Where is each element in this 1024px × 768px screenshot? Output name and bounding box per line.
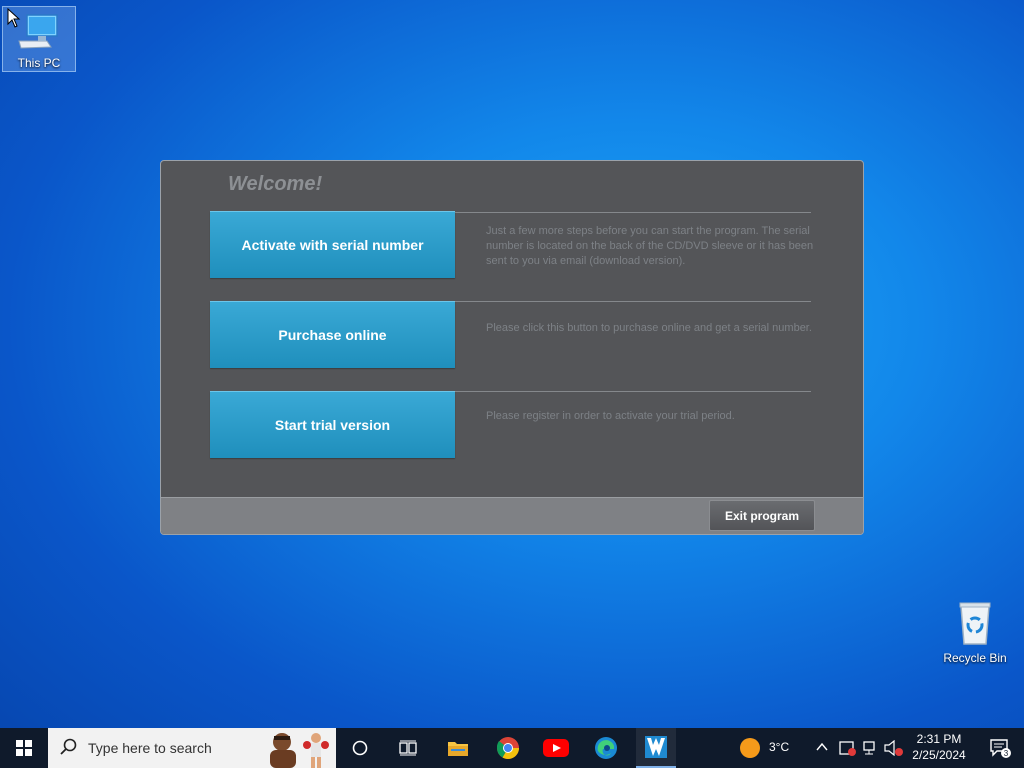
divider (455, 301, 811, 302)
search-icon (60, 738, 77, 755)
desktop-icon-label: This PC (17, 56, 61, 70)
purchase-online-button[interactable]: Purchase online (210, 301, 455, 368)
clock-time: 2:31 PM (916, 732, 962, 746)
cortana-circle-icon (352, 740, 368, 756)
notification-icon: 3 (990, 739, 1011, 758)
divider (455, 391, 811, 392)
volume-muted-icon[interactable] (884, 740, 904, 756)
exit-program-button[interactable]: Exit program (709, 500, 815, 531)
task-view-icon (399, 740, 417, 756)
welcome-dialog: Welcome! Activate with serial number Jus… (160, 160, 864, 535)
file-explorer-button[interactable] (438, 728, 478, 768)
chevron-up-icon[interactable] (816, 742, 828, 752)
security-shield-icon[interactable] (838, 739, 856, 757)
dialog-footer: Exit program (161, 497, 863, 534)
option-description: Just a few more steps before you can sta… (486, 225, 814, 267)
start-trial-button[interactable]: Start trial version (210, 391, 455, 458)
computer-icon (18, 14, 58, 49)
weather-sun-icon (740, 738, 760, 758)
notification-center-button[interactable]: 3 (980, 728, 1020, 768)
youtube-button[interactable] (536, 728, 576, 768)
system-clock[interactable]: 2:31 PM 2/25/2024 (904, 731, 974, 763)
notification-count: 3 (1004, 749, 1009, 758)
start-button[interactable] (0, 728, 48, 768)
cortana-button[interactable] (340, 728, 380, 768)
edge-icon (595, 737, 617, 759)
weather-temperature[interactable]: 3°C (769, 740, 789, 754)
taskbar: Type here to search 3°C 2:31 PM 2/25/202… (0, 728, 1024, 768)
desktop-icon-recycle-bin[interactable]: Recycle Bin (938, 600, 1012, 665)
windows-logo-icon (16, 740, 32, 756)
activate-serial-button[interactable]: Activate with serial number (210, 211, 455, 278)
recycle-bin-icon (959, 602, 991, 645)
desktop-icon-label: Recycle Bin (943, 651, 1007, 665)
task-view-button[interactable] (388, 728, 428, 768)
option-description: Please click this button to purchase onl… (486, 322, 812, 334)
edge-button[interactable] (586, 728, 626, 768)
installer-app-button[interactable] (636, 728, 676, 768)
youtube-icon (543, 739, 569, 757)
search-placeholder: Type here to search (88, 740, 212, 756)
clock-date: 2/25/2024 (912, 748, 966, 762)
chrome-icon (496, 737, 519, 759)
network-icon[interactable] (862, 740, 880, 756)
chrome-button[interactable] (488, 728, 528, 768)
mouse-cursor-icon (7, 8, 21, 28)
option-description: Please register in order to activate you… (486, 410, 735, 422)
divider (455, 212, 811, 213)
search-highlight-illustration-icon (270, 733, 329, 768)
folder-icon (448, 742, 468, 756)
dialog-title: Welcome! (228, 173, 323, 195)
installer-app-icon (645, 736, 667, 758)
taskbar-search-box[interactable]: Type here to search (48, 728, 336, 768)
